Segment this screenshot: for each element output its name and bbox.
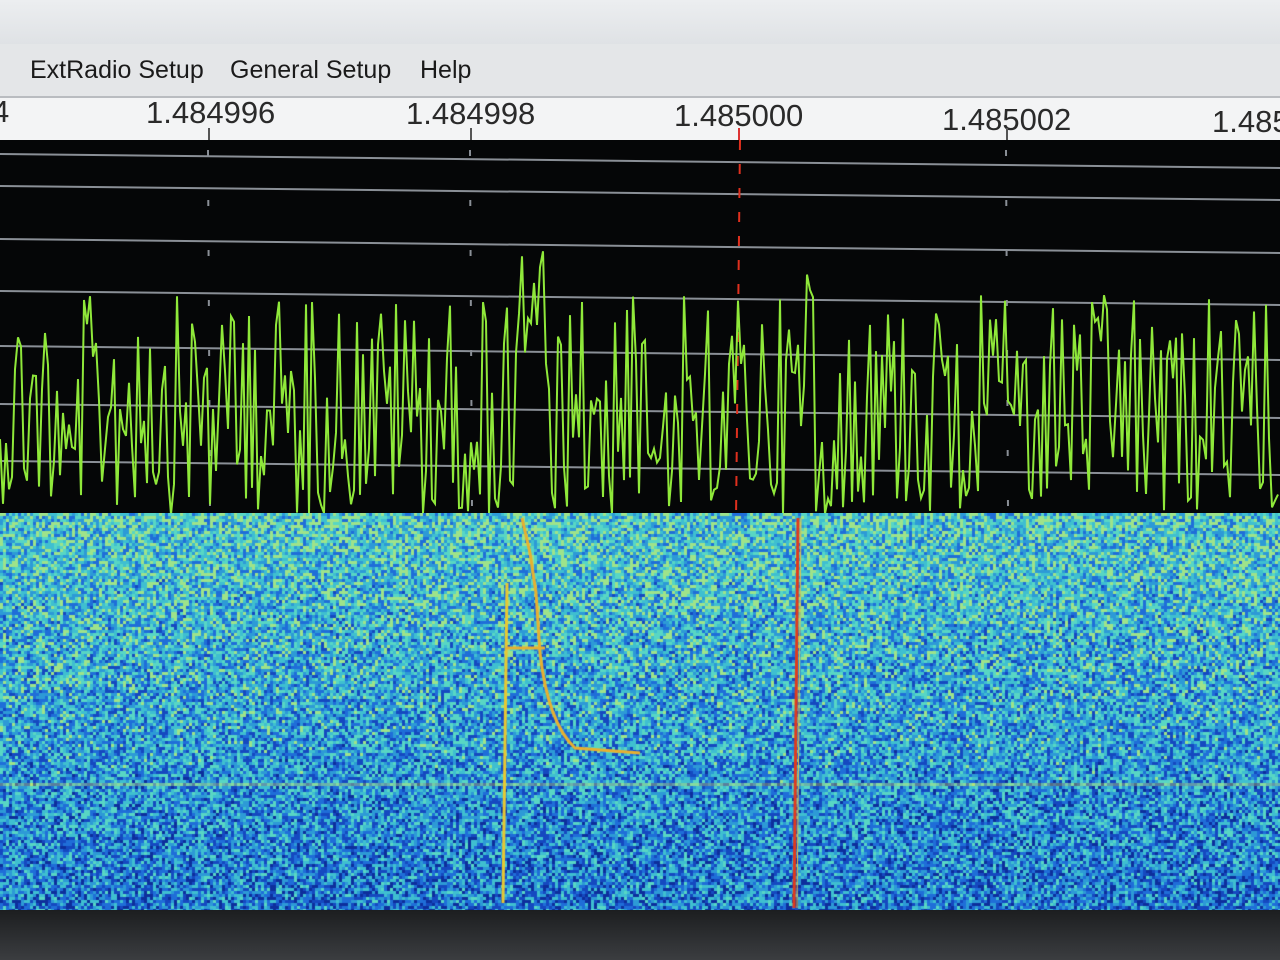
spectrum-trace	[0, 251, 1279, 515]
freq-label: 1.485	[1212, 104, 1280, 139]
waterfall-canvas	[0, 513, 1280, 910]
spectrum-display[interactable]	[0, 140, 1280, 520]
menu-help[interactable]: Help	[420, 56, 471, 85]
frequency-scale[interactable]: 4 1.484996 1.484998 1.485000 1.485002 1.…	[0, 98, 1280, 142]
grid-line	[0, 238, 1280, 254]
waterfall-display[interactable]	[0, 513, 1280, 910]
menu-general-setup[interactable]: General Setup	[230, 56, 391, 85]
window-title-bar	[0, 0, 1280, 44]
freq-tick	[208, 128, 210, 140]
grid-line	[0, 153, 1280, 169]
spectrum-plot	[0, 140, 1280, 520]
freq-tick	[1006, 128, 1008, 140]
freq-tick	[470, 128, 472, 140]
screen-bezel	[0, 910, 1280, 960]
grid-line	[0, 290, 1280, 306]
menu-bar: ExtRadio Setup General Setup Help	[0, 44, 1280, 98]
freq-label: 1.484996	[146, 98, 276, 130]
grid-line	[0, 185, 1280, 201]
freq-label: 4	[0, 98, 9, 130]
center-frequency-tick	[738, 128, 740, 140]
menu-extradio-setup[interactable]: ExtRadio Setup	[30, 56, 204, 85]
freq-label: 1.484998	[406, 98, 536, 131]
